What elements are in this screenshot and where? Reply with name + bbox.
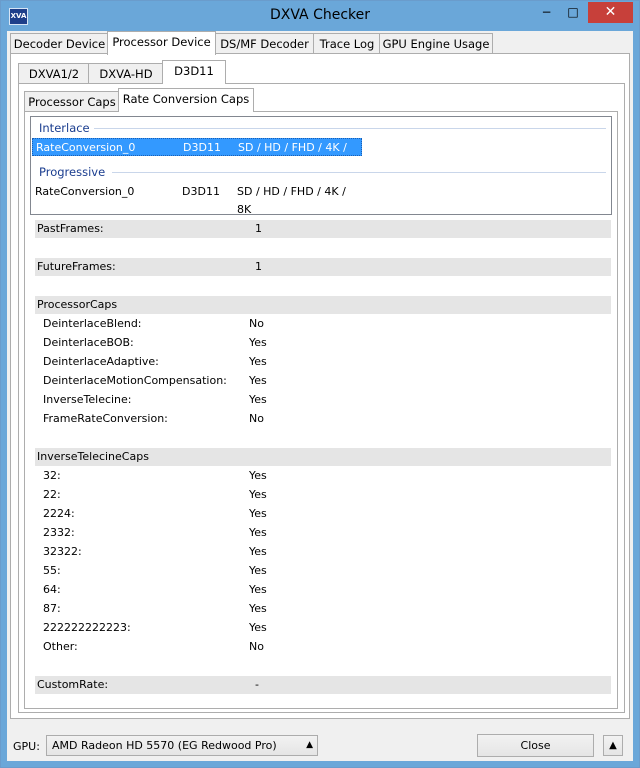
cap-label: 32: <box>43 469 61 482</box>
future-frames-value: 1 <box>255 260 262 273</box>
row-name: RateConversion_0 <box>35 185 135 198</box>
past-frames-row: PastFrames: 1 <box>35 220 611 238</box>
gpu-select[interactable]: AMD Radeon HD 5570 (EG Redwood Pro) ▲ <box>46 735 318 756</box>
cap-value: Yes <box>249 526 267 539</box>
gpu-label: GPU: <box>13 740 40 753</box>
tab-gpu-engine-usage[interactable]: GPU Engine Usage <box>379 33 493 54</box>
cap-value: Yes <box>249 583 267 596</box>
row-name: RateConversion_0 <box>36 141 136 154</box>
future-frames-row: FutureFrames: 1 <box>35 258 611 276</box>
cap-label: 64: <box>43 583 61 596</box>
chevron-up-icon: ▲ <box>306 740 313 750</box>
row-api: D3D11 <box>182 185 220 198</box>
interlace-group-header: Interlace <box>39 121 90 135</box>
cap-value: Yes <box>249 336 267 349</box>
custom-rate-label: CustomRate: <box>37 678 109 691</box>
list-item: 64: Yes <box>35 581 611 599</box>
row-api: D3D11 <box>183 141 221 154</box>
expand-button[interactable]: ▲ <box>603 735 623 756</box>
cap-value: Yes <box>249 469 267 482</box>
cap-label: InverseTelecine: <box>43 393 132 406</box>
title-bar[interactable]: XVA DXVA Checker − □ ✕ <box>1 1 639 31</box>
tab-ds-mf-decoder[interactable]: DS/MF Decoder <box>214 33 315 54</box>
rate-conversion-list[interactable]: Interlace RateConversion_0 D3D11 SD / HD… <box>30 116 612 216</box>
cap-value: No <box>249 317 264 330</box>
processor-caps-header: ProcessorCaps <box>35 296 611 314</box>
minimize-button[interactable]: − <box>533 2 560 23</box>
cap-value: Yes <box>249 374 267 387</box>
progressive-divider <box>112 172 606 173</box>
cap-value: Yes <box>249 564 267 577</box>
tab-d3d11[interactable]: D3D11 <box>162 60 226 84</box>
tab-dxva12[interactable]: DXVA1/2 <box>18 63 90 84</box>
progressive-group-header: Progressive <box>39 165 106 179</box>
custom-rate-value: - <box>255 678 259 691</box>
list-item: DeinterlaceBlend: No <box>35 315 611 333</box>
tab-processor-caps[interactable]: Processor Caps <box>24 91 120 112</box>
cap-label: 222222222223: <box>43 621 131 634</box>
cap-value: Yes <box>249 488 267 501</box>
interlace-divider <box>94 128 606 129</box>
cap-label: 2224: <box>43 507 75 520</box>
cap-label: 32322: <box>43 545 82 558</box>
tab-dxva-hd[interactable]: DXVA-HD <box>88 63 164 84</box>
list-item: FrameRateConversion: No <box>35 410 611 428</box>
cap-label: Other: <box>43 640 78 653</box>
tab-decoder-device[interactable]: Decoder Device <box>10 33 109 54</box>
list-item: 32: Yes <box>35 467 611 485</box>
row-resolution: SD / HD / FHD / 4K / 8K <box>238 141 347 172</box>
cap-label: 22: <box>43 488 61 501</box>
list-item: 22: Yes <box>35 486 611 504</box>
cap-value: Yes <box>249 507 267 520</box>
cap-label: DeinterlaceBlend: <box>43 317 142 330</box>
list-item: DeinterlaceMotionCompensation: Yes <box>35 372 611 390</box>
cap-value: Yes <box>249 545 267 558</box>
list-item: 2224: Yes <box>35 505 611 523</box>
inverse-telecine-caps-header: InverseTelecineCaps <box>35 448 611 466</box>
list-item: DeinterlaceAdaptive: Yes <box>35 353 611 371</box>
cap-label: DeinterlaceMotionCompensation: <box>43 374 227 387</box>
tab-trace-log[interactable]: Trace Log <box>313 33 381 54</box>
cap-value: Yes <box>249 393 267 406</box>
past-frames-label: PastFrames: <box>37 222 104 235</box>
cap-label: DeinterlaceAdaptive: <box>43 355 159 368</box>
bottom-bar: GPU: AMD Radeon HD 5570 (EG Redwood Pro)… <box>7 731 633 761</box>
cap-label: FrameRateConversion: <box>43 412 168 425</box>
cap-label: DeinterlaceBOB: <box>43 336 134 349</box>
processor-caps-title: ProcessorCaps <box>37 298 118 311</box>
app-window: XVA DXVA Checker − □ ✕ Decoder Device Pr… <box>0 0 640 768</box>
interlace-rate-conversion-row[interactable]: RateConversion_0 D3D11 SD / HD / FHD / 4… <box>32 138 362 172</box>
inverse-telecine-caps-title: InverseTelecineCaps <box>37 450 149 463</box>
row-resolution: SD / HD / FHD / 4K / 8K <box>237 185 346 216</box>
tab-processor-device[interactable]: Processor Device <box>107 31 216 55</box>
future-frames-label: FutureFrames: <box>37 260 116 273</box>
list-item: 222222222223: Yes <box>35 619 611 637</box>
cap-value: No <box>249 640 264 653</box>
list-item: DeinterlaceBOB: Yes <box>35 334 611 352</box>
progressive-rate-conversion-row[interactable]: RateConversion_0 D3D11 SD / HD / FHD / 4… <box>32 183 362 216</box>
maximize-button[interactable]: □ <box>560 2 586 23</box>
cap-label: 2332: <box>43 526 75 539</box>
tab-rate-conversion-caps[interactable]: Rate Conversion Caps <box>118 88 254 112</box>
past-frames-value: 1 <box>255 222 262 235</box>
custom-rate-row: CustomRate: - <box>35 676 611 694</box>
cap-label: 55: <box>43 564 61 577</box>
cap-value: No <box>249 412 264 425</box>
client-area: Decoder Device Processor Device DS/MF De… <box>7 31 633 761</box>
window-close-button[interactable]: ✕ <box>588 2 633 23</box>
list-item: 87: Yes <box>35 600 611 618</box>
gpu-selected-value: AMD Radeon HD 5570 (EG Redwood Pro) <box>52 739 277 752</box>
close-button[interactable]: Close <box>477 734 594 757</box>
list-item: 55: Yes <box>35 562 611 580</box>
list-item: 2332: Yes <box>35 524 611 542</box>
list-item: 32322: Yes <box>35 543 611 561</box>
list-item: InverseTelecine: Yes <box>35 391 611 409</box>
list-item: Other: No <box>35 638 611 656</box>
cap-value: Yes <box>249 602 267 615</box>
cap-label: 87: <box>43 602 61 615</box>
cap-value: Yes <box>249 621 267 634</box>
cap-value: Yes <box>249 355 267 368</box>
